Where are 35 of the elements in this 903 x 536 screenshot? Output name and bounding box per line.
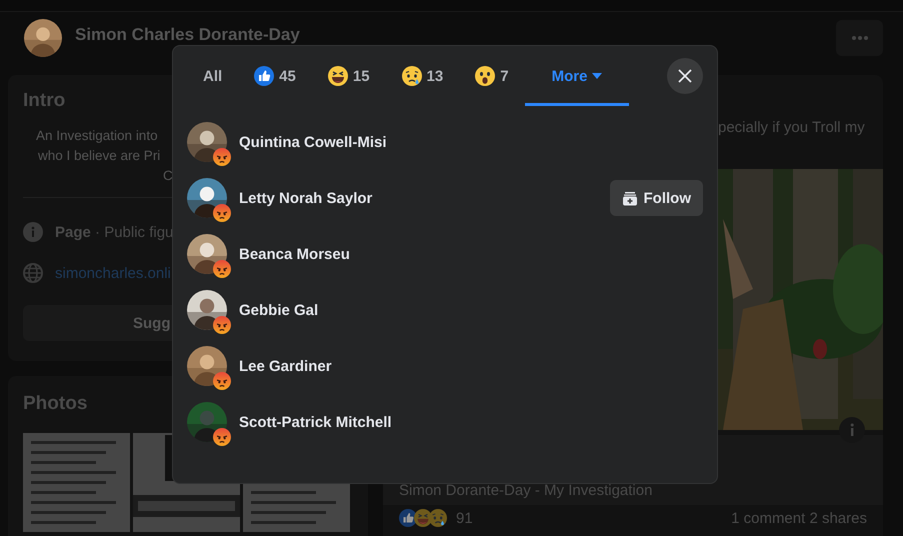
crying-emoji-icon xyxy=(402,66,422,86)
more-icon xyxy=(852,36,868,40)
caret-icon xyxy=(592,73,602,79)
crying-emoji-icon xyxy=(429,509,447,527)
reaction-tab[interactable]: More xyxy=(524,46,630,106)
person-name[interactable]: Quintina Cowell-Misi xyxy=(239,134,387,150)
thumbs-up-icon xyxy=(254,66,274,86)
angry-emoji-icon xyxy=(213,204,231,222)
angry-emoji-icon xyxy=(213,148,231,166)
angry-emoji-icon xyxy=(213,260,231,278)
globe-icon xyxy=(23,263,43,283)
post-text: pecially if you Troll my xyxy=(718,118,865,138)
reaction-tab[interactable]: 45 xyxy=(238,46,312,106)
person-name[interactable]: Lee Gardiner xyxy=(239,358,332,374)
bio-line: An Investigation into xyxy=(35,127,158,145)
surprised-emoji-icon xyxy=(475,66,496,86)
close-icon xyxy=(678,69,692,83)
more-options-button[interactable] xyxy=(836,20,883,56)
angry-emoji-icon xyxy=(213,316,231,334)
close-button[interactable] xyxy=(667,58,703,94)
bio-line: C xyxy=(162,167,173,185)
laughing-emoji-icon xyxy=(328,66,348,86)
person-name[interactable]: Letty Norah Saylor xyxy=(239,190,372,206)
follow-icon xyxy=(622,190,638,206)
person-name[interactable]: Gebbie Gal xyxy=(239,302,318,318)
person-name[interactable]: Beanca Morseu xyxy=(239,246,350,262)
reaction-tab[interactable]: All xyxy=(187,46,238,106)
bio-line: who I believe are Pri xyxy=(37,147,160,165)
person-name[interactable]: Scott-Patrick Mitchell xyxy=(239,414,392,430)
info-icon xyxy=(23,222,43,242)
reaction-tab[interactable]: 15 xyxy=(312,46,386,106)
reaction-tab[interactable]: 7 xyxy=(459,46,525,106)
follow-button[interactable]: Follow xyxy=(610,180,703,216)
angry-emoji-icon xyxy=(213,372,231,390)
reaction-tab[interactable]: 13 xyxy=(386,46,460,106)
